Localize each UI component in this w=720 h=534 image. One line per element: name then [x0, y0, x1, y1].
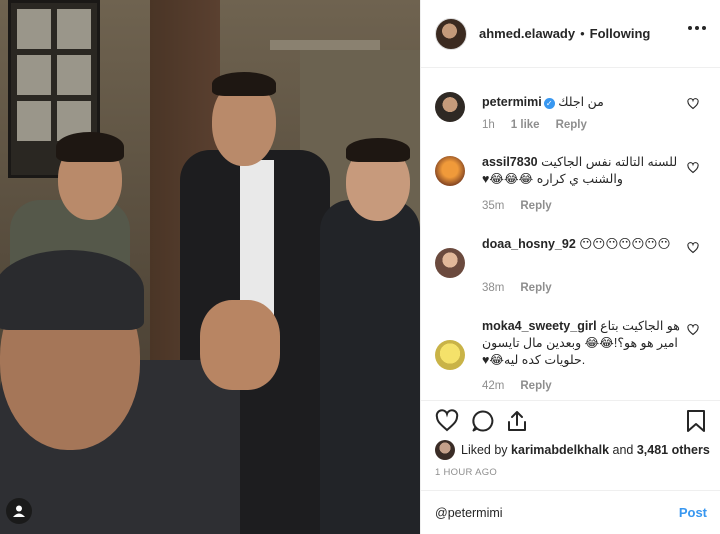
action-bar: [421, 400, 720, 440]
comment-username[interactable]: doaa_hosny_92: [482, 237, 576, 251]
liked-by-user[interactable]: karimabdelkhalk: [511, 443, 609, 457]
comment-icon[interactable]: [471, 409, 495, 433]
separator: •: [580, 26, 585, 41]
heart-icon[interactable]: [687, 242, 699, 254]
heart-icon[interactable]: [687, 98, 699, 110]
shelf: [270, 40, 380, 50]
post-photo[interactable]: [0, 0, 420, 534]
post-timestamp: 1 HOUR AGO: [435, 467, 498, 478]
comment-time: 35m: [482, 200, 505, 212]
person-right: [320, 200, 420, 534]
share-icon[interactable]: [505, 409, 529, 433]
comment-username[interactable]: moka4_sweety_girl: [482, 319, 597, 333]
comment-time: 1h: [482, 119, 495, 131]
avatar[interactable]: [435, 248, 465, 278]
add-comment-bar: @petermimi Post: [421, 490, 720, 534]
heart-icon[interactable]: [687, 324, 699, 336]
more-icon[interactable]: [688, 26, 706, 30]
hand: [200, 300, 280, 390]
comment-list[interactable]: petermimi ✓ من اجلك 1h 1 like Reply assil…: [421, 68, 720, 400]
comment-text: من اجلك: [558, 95, 604, 109]
author-username[interactable]: ahmed.elawady: [479, 26, 575, 41]
reply-button[interactable]: Reply: [556, 119, 587, 131]
bookmark-icon[interactable]: [685, 409, 707, 433]
avatar[interactable]: [435, 340, 465, 370]
comment-time: 38m: [482, 282, 505, 294]
comment-time: 42m: [482, 380, 505, 392]
user-tag-icon[interactable]: [6, 498, 32, 524]
heart-icon[interactable]: [687, 162, 699, 174]
avatar[interactable]: [435, 156, 465, 186]
reply-button[interactable]: Reply: [520, 200, 551, 212]
comment-username[interactable]: petermimi: [482, 95, 542, 109]
reply-button[interactable]: Reply: [520, 282, 551, 294]
following-button[interactable]: Following: [590, 26, 651, 41]
comment-username[interactable]: assil7830: [482, 155, 538, 169]
likes-summary: Liked by karimabdelkhalk and 3,481 other…: [435, 440, 710, 460]
reply-button[interactable]: Reply: [520, 380, 551, 392]
comment-likes[interactable]: 1 like: [511, 119, 540, 131]
likes-others[interactable]: 3,481 others: [637, 443, 710, 457]
post-button[interactable]: Post: [679, 505, 707, 520]
avatar[interactable]: [435, 17, 467, 50]
avatar[interactable]: [435, 92, 465, 122]
post-header: ahmed.elawady • Following: [421, 0, 720, 68]
verified-icon: ✓: [543, 98, 555, 109]
post-panel: ahmed.elawady • Following petermimi ✓ من …: [420, 0, 720, 534]
comment-text: 😶😶😶😶😶😶😶: [579, 237, 671, 251]
avatar[interactable]: [435, 440, 455, 460]
heart-icon[interactable]: [435, 409, 459, 433]
comment-input[interactable]: @petermimi: [435, 506, 679, 520]
liked-by-label: Liked by: [461, 443, 508, 457]
